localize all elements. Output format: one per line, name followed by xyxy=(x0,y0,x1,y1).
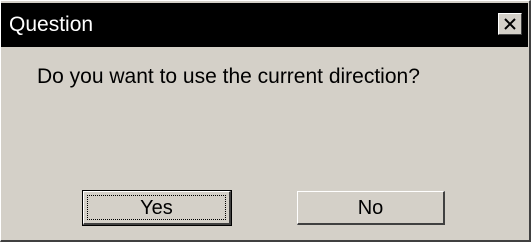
close-button[interactable] xyxy=(498,13,522,35)
dialog-title: Question xyxy=(9,13,94,36)
yes-button-label: Yes xyxy=(140,196,173,219)
no-button-label: No xyxy=(357,196,384,219)
title-bar[interactable]: Question xyxy=(1,3,528,47)
yes-button[interactable]: Yes xyxy=(82,190,232,226)
close-icon xyxy=(504,18,516,30)
question-dialog: Question Do you want to use the current … xyxy=(0,0,531,242)
dialog-message: Do you want to use the current direction… xyxy=(37,65,420,88)
no-button[interactable]: No xyxy=(297,191,445,225)
